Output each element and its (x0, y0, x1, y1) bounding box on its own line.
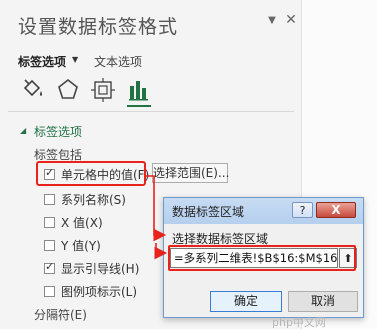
checkbox-box[interactable] (44, 193, 55, 205)
chart-options-icon[interactable] (126, 77, 152, 107)
checkbox-leader-lines[interactable]: 显示引导线(H) (44, 259, 139, 277)
divider (8, 111, 294, 112)
select-range-button[interactable]: 选择范围(E)... (152, 163, 229, 183)
dialog-title: 数据标签区域 (172, 205, 245, 219)
size-properties-icon[interactable] (90, 77, 116, 103)
checkbox-legend-key[interactable]: 图例项标示(L) (44, 282, 137, 300)
checkbox-y-value[interactable]: Y 值(Y) (44, 236, 101, 254)
checkbox-box[interactable] (44, 285, 55, 297)
collapse-triangle-icon[interactable]: ◢ (20, 126, 26, 135)
separator-label: 分隔符(E) (34, 308, 87, 322)
checkbox-label: 图例项标示(L) (61, 284, 138, 299)
dialog-close-button[interactable]: X (316, 202, 356, 218)
checkbox-label: 系列名称(S) (61, 192, 126, 207)
ok-button[interactable]: 确定 (210, 291, 282, 312)
highlight-box-range-input (168, 245, 356, 271)
help-button[interactable]: ? (292, 202, 313, 218)
close-icon[interactable]: ✕ (283, 12, 299, 28)
checkbox-box[interactable] (44, 260, 55, 274)
checkbox-series-name[interactable]: 系列名称(S) (44, 190, 126, 208)
checkbox-x-value[interactable]: X 值(X) (44, 213, 103, 231)
checkbox-label: 显示引导线(H) (61, 261, 140, 276)
checkbox-box[interactable] (44, 216, 55, 228)
cancel-button[interactable]: 取消 (288, 291, 358, 312)
chevron-down-icon[interactable]: ▼ (72, 55, 78, 64)
checkbox-label: Y 值(Y) (61, 238, 101, 253)
data-label-range-dialog: 数据标签区域 ? X 选择数据标签区域 =多系列二维表!$B$16:$M$16 … (163, 197, 364, 318)
tab-text-options[interactable]: 文本选项 (94, 53, 142, 70)
fill-line-icon[interactable] (20, 77, 46, 103)
pane-title: 设置数据标签格式 (18, 16, 179, 38)
checkbox-label: X 值(X) (61, 215, 103, 230)
checkbox-box[interactable] (44, 239, 55, 251)
effects-icon[interactable] (55, 77, 81, 103)
watermark: php中文网 (272, 316, 326, 329)
tab-label-options[interactable]: 标签选项 (18, 53, 66, 70)
highlight-box-value-from-cells (36, 161, 146, 186)
section-title-label-options[interactable]: 标签选项 (34, 123, 82, 140)
pane-options-dropdown-icon[interactable]: ▼ (265, 14, 279, 28)
